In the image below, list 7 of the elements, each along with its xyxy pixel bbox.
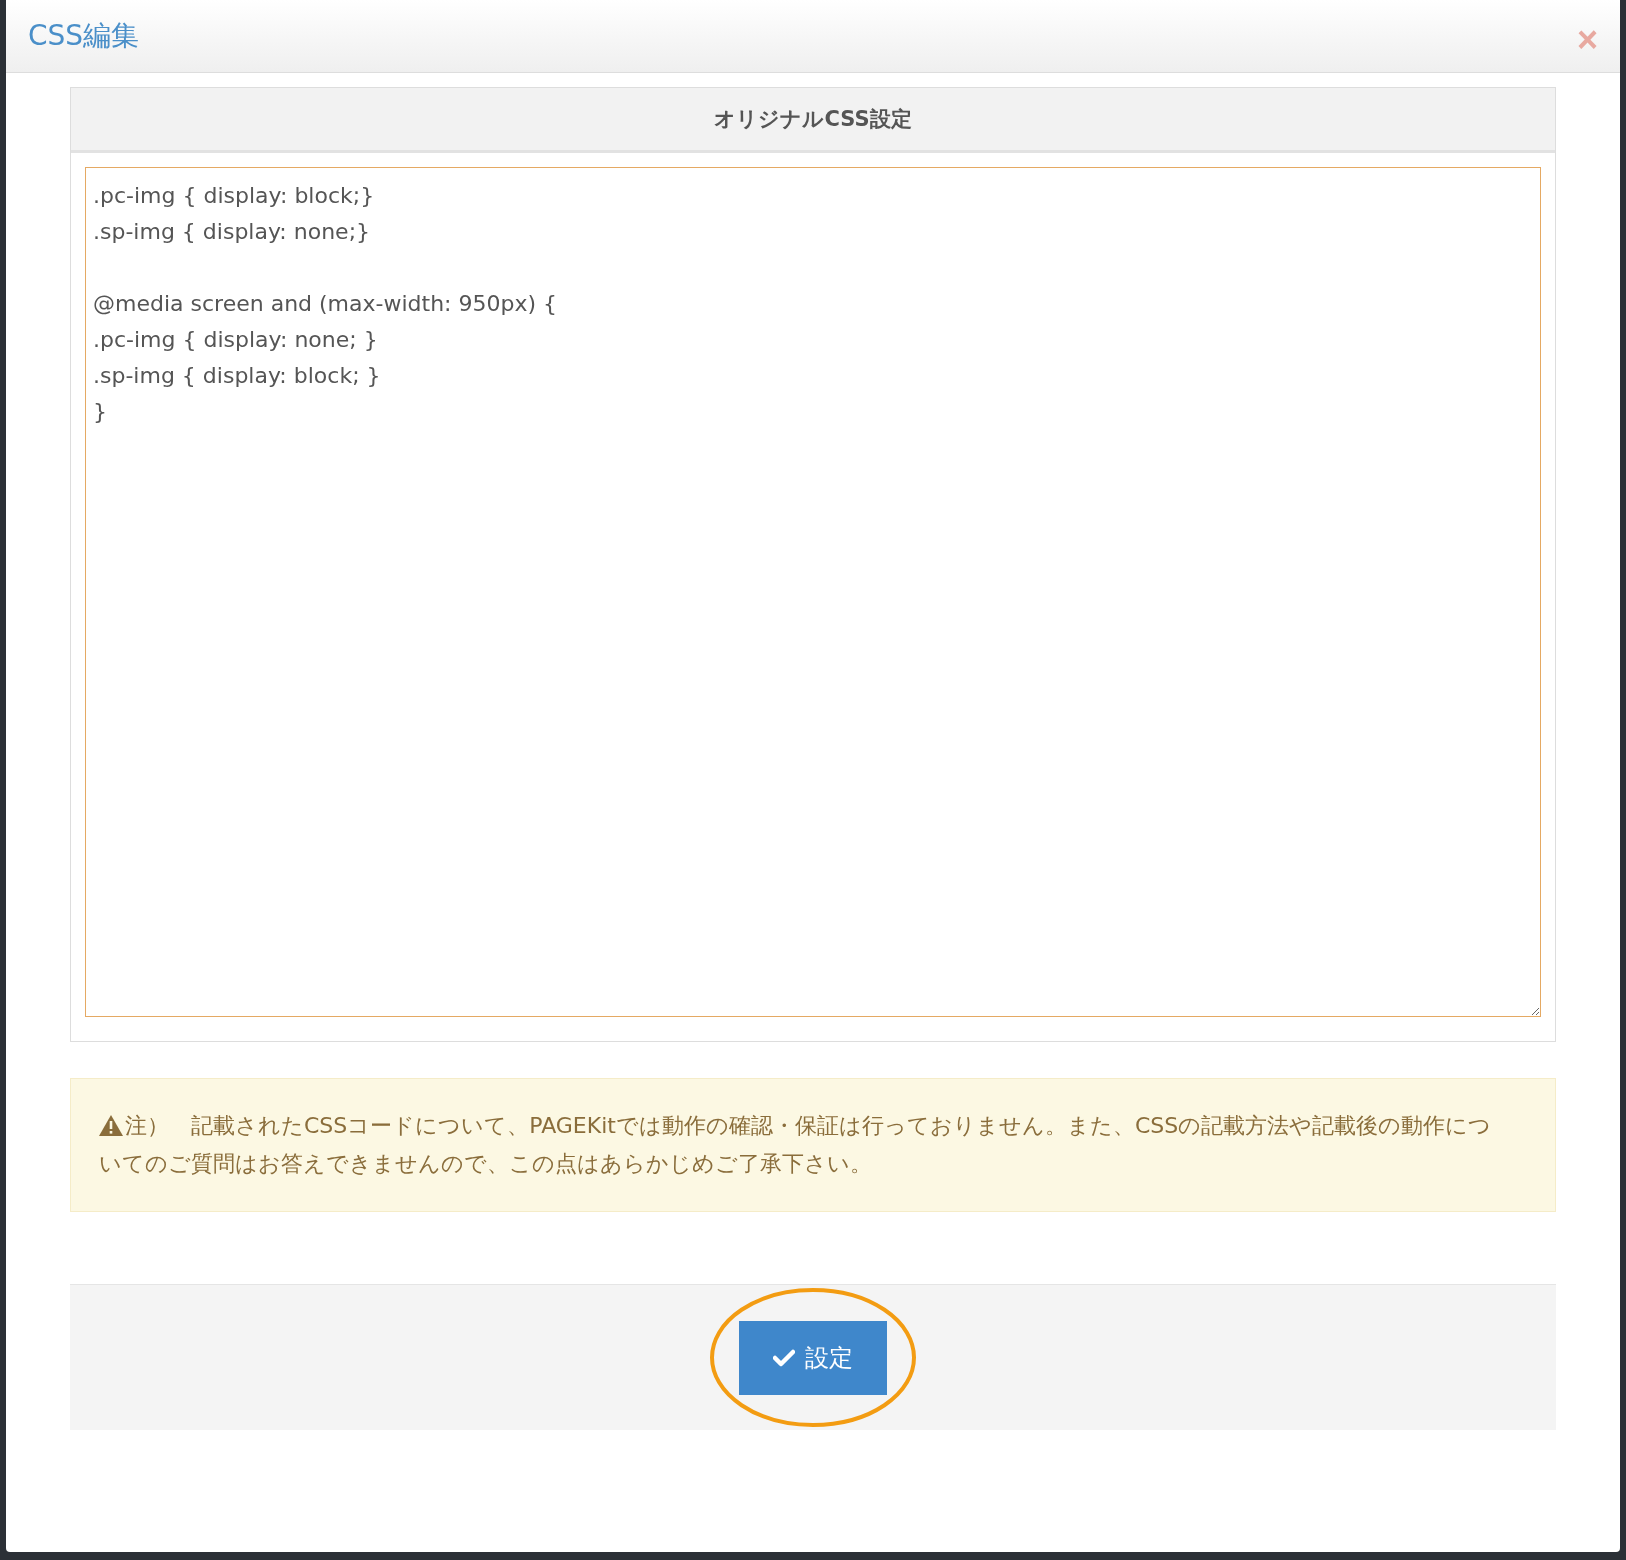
check-icon: [773, 1348, 795, 1367]
dialog-title: CSS編集: [28, 18, 140, 54]
save-button[interactable]: 設定: [739, 1320, 887, 1395]
code-editor-field[interactable]: .pc-img { display: block;} .sp-img { display: none;} @media screen and (max-width: 950px) { .pc-img { display: none; } .sp-img { display: block; } }: [85, 167, 1541, 1017]
warning-icon: [99, 1115, 123, 1136]
panel-title: オリジナルCSS設定: [714, 106, 912, 133]
notice-text: 注） 記載されたCSSコードについて、PAGEKitでは動作の確認・保証は行っておりません。また、CSSの記載方法や記載後の動作についてのご質問はお答えできませんので、この点はあらかじめご了承下さい。: [99, 1112, 1493, 1178]
